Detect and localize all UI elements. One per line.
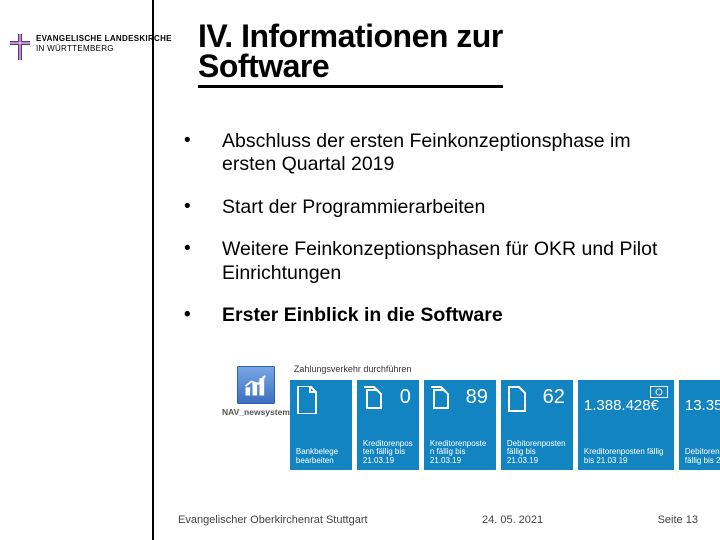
footer-page: Seite 13 [658, 514, 698, 526]
tile-kreditoren-89[interactable]: 89 Kreditorenposten fällig bis 21.03.19 [424, 380, 496, 470]
document-icon [507, 386, 527, 415]
tile-metric: 0 [400, 386, 411, 408]
document-icon [296, 386, 318, 417]
bullet-item: Abschluss der ersten Feinkonzeptionsphas… [178, 130, 683, 177]
bullet-text: Abschluss der ersten Feinkonzeptionsphas… [222, 130, 631, 175]
brand-block: EVANGELISCHE LANDESKIRCHE IN WÜRTTEMBERG [10, 34, 172, 60]
tile-label: Kreditorenposten fällig bis 21.03.19 [363, 440, 413, 466]
tile-metric: 13.350€ [685, 398, 720, 415]
software-screenshot: NAV_newsystem Zahlungsverkehr durchführe… [222, 362, 678, 470]
footer-page-label: Seite [658, 514, 683, 526]
nav-title: NAV_newsystem [222, 407, 290, 417]
bullet-item: Start der Programmierarbeiten [178, 196, 683, 219]
screenshot-caption: Zahlungsverkehr durchführen [290, 362, 720, 380]
tile-metric: 62 [543, 386, 565, 408]
title-line2: Software [198, 50, 503, 84]
page-title: IV. Informationen zur Software [198, 20, 503, 88]
brand-line2: IN WÜRTTEMBERG [36, 44, 172, 54]
brand-line1: EVANGELISCHE LANDESKIRCHE [36, 34, 172, 44]
footer: Evangelischer Oberkirchenrat Stuttgart 2… [178, 514, 698, 526]
tile-label: Debitorenposten fällig bis 21.03.19 [685, 448, 720, 466]
bullet-text: Erster Einblick in die Software [222, 304, 503, 326]
nav-sidebar: NAV_newsystem [222, 362, 290, 470]
tile-debitoren-62[interactable]: 62 Debitorenposten fällig bis 21.03.19 [501, 380, 573, 470]
tile-kreditoren-0[interactable]: 0 Kreditorenposten fällig bis 21.03.19 [357, 380, 419, 470]
vertical-divider [152, 0, 154, 540]
bullet-text: Start der Programmierarbeiten [222, 196, 485, 218]
tile-label: Kreditorenposten fällig bis 21.03.19 [430, 440, 490, 466]
tile-label: Kreditorenposten fällig bis 21.03.19 [584, 448, 668, 466]
documents-icon [363, 386, 385, 415]
bar-chart-icon [237, 366, 275, 404]
tile-row: Bankbelege bearbeiten 0 Kreditorenposten… [290, 380, 720, 470]
tile-metric: 1.388.428€ [584, 398, 659, 415]
bullet-list: Abschluss der ersten Feinkonzeptionsphas… [178, 130, 683, 346]
bullet-item: Weitere Feinkonzeptionsphasen für OKR un… [178, 238, 683, 285]
tile-label: Debitorenposten fällig bis 21.03.19 [507, 440, 567, 466]
tile-bankbelege[interactable]: Bankbelege bearbeiten [290, 380, 352, 470]
tile-kreditoren-amount[interactable]: 1.388.428€ Kreditorenposten fällig bis 2… [578, 380, 674, 470]
tile-debitoren-amount[interactable]: 13.350€ Debitorenposten fällig bis 21.03… [679, 380, 720, 470]
bullet-item: Erster Einblick in die Software [178, 304, 683, 327]
documents-icon [430, 386, 452, 415]
tile-metric: 89 [466, 386, 488, 408]
footer-org: Evangelischer Oberkirchenrat Stuttgart [178, 514, 368, 526]
church-cross-icon [10, 34, 30, 60]
bullet-text: Weitere Feinkonzeptionsphasen für OKR un… [222, 238, 657, 283]
tile-label: Bankbelege bearbeiten [296, 448, 346, 466]
footer-date: 24. 05. 2021 [482, 514, 543, 526]
footer-page-number: 13 [686, 514, 698, 526]
